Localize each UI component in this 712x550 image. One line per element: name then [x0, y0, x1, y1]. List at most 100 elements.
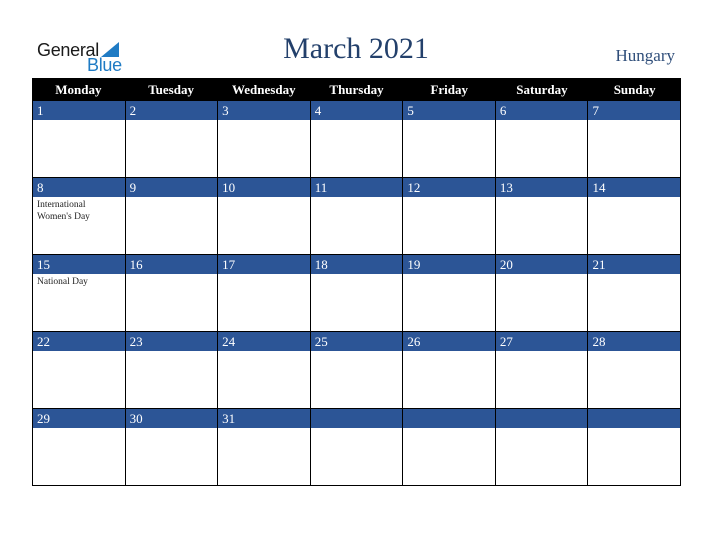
day-number: 3	[218, 101, 310, 120]
day-cell[interactable]: 22	[33, 332, 126, 409]
day-cell[interactable]: 25	[310, 332, 404, 409]
day-cell[interactable]: 29	[33, 409, 126, 486]
day-number: 16	[125, 255, 218, 274]
day-number: 25	[310, 332, 403, 351]
day-number: 30	[125, 409, 218, 428]
day-number: 7	[588, 101, 681, 120]
holiday-label	[126, 274, 218, 276]
day-number: 21	[588, 255, 681, 274]
holiday-label	[311, 274, 403, 276]
holiday-label	[218, 120, 310, 122]
day-cell[interactable]: 9	[125, 178, 219, 255]
holiday-label	[311, 120, 403, 122]
holiday-label	[588, 351, 680, 353]
day-cell[interactable]	[310, 409, 404, 486]
day-number: 10	[218, 178, 310, 197]
day-cell[interactable]: 23	[125, 332, 219, 409]
day-cell[interactable]: 21	[588, 255, 682, 332]
day-number: 31	[218, 409, 310, 428]
day-cell[interactable]: 27	[495, 332, 589, 409]
day-number: 5	[403, 101, 495, 120]
day-cell[interactable]: 14	[588, 178, 682, 255]
day-cell[interactable]: 24	[218, 332, 311, 409]
day-number	[403, 409, 495, 428]
day-cell[interactable]: 18	[310, 255, 404, 332]
weekday-sunday: Sunday	[613, 82, 656, 97]
day-number: 22	[33, 332, 125, 351]
day-cell[interactable]: 13	[495, 178, 589, 255]
week-row: 8 International Women's Day 9 10 11 12 13 14	[32, 178, 682, 255]
holiday-label	[588, 274, 680, 276]
day-number: 8	[33, 178, 125, 197]
weekday-saturday: Saturday	[516, 82, 568, 97]
day-cell[interactable]: 8 International Women's Day	[33, 178, 126, 255]
day-number: 9	[125, 178, 218, 197]
day-cell[interactable]: 1	[33, 101, 126, 178]
day-cell[interactable]: 30	[125, 409, 219, 486]
day-cell[interactable]: 4	[310, 101, 404, 178]
holiday-label	[126, 197, 218, 199]
day-cell[interactable]: 17	[218, 255, 311, 332]
week-row: 1234567	[32, 101, 682, 178]
day-cell[interactable]: 11	[310, 178, 404, 255]
holiday-label	[218, 274, 310, 276]
day-cell[interactable]: 3	[218, 101, 311, 178]
day-number: 14	[588, 178, 681, 197]
day-cell[interactable]: 12	[403, 178, 496, 255]
day-number: 6	[495, 101, 588, 120]
holiday-label	[218, 351, 310, 353]
holiday-label	[496, 428, 588, 430]
day-number: 27	[495, 332, 588, 351]
holiday-label	[126, 351, 218, 353]
holiday-label	[403, 197, 495, 199]
day-number: 17	[218, 255, 310, 274]
holiday-label: International Women's Day	[37, 200, 90, 222]
holiday-label	[311, 351, 403, 353]
holiday-label	[588, 428, 680, 430]
holiday-label	[496, 274, 588, 276]
holiday-label	[33, 351, 125, 353]
holiday-label	[126, 428, 218, 430]
holiday-label	[403, 428, 495, 430]
day-cell[interactable]: 31	[218, 409, 311, 486]
day-cell[interactable]: 26	[403, 332, 496, 409]
holiday-label	[311, 197, 403, 199]
weekday-friday: Friday	[430, 82, 469, 97]
day-number	[310, 409, 403, 428]
holiday-label	[218, 428, 310, 430]
day-cell[interactable]: 2	[125, 101, 219, 178]
week-row: 15 National Day 16 17 18 19 20 21	[32, 255, 682, 332]
day-number: 23	[125, 332, 218, 351]
day-cell[interactable]: 6	[495, 101, 589, 178]
week-row: 29 30 31	[32, 409, 682, 486]
day-cell[interactable]: 16	[125, 255, 219, 332]
day-number: 18	[310, 255, 403, 274]
weekday-monday: Monday	[55, 82, 102, 97]
holiday-label	[126, 120, 218, 122]
day-cell[interactable]: 10	[218, 178, 311, 255]
day-cell[interactable]: 7	[588, 101, 682, 178]
holiday-label: National Day	[37, 277, 88, 287]
day-cell[interactable]: 15 National Day	[33, 255, 126, 332]
day-cell[interactable]: 5	[403, 101, 496, 178]
calendar-grid: Monday Tuesday Wednesday Thursday Friday…	[32, 78, 682, 486]
day-cell[interactable]: 20	[495, 255, 589, 332]
day-number: 11	[310, 178, 403, 197]
day-cell[interactable]	[588, 409, 682, 486]
day-number: 4	[310, 101, 403, 120]
day-cell[interactable]	[403, 409, 496, 486]
holiday-label	[33, 428, 125, 430]
country-label: Hungary	[615, 46, 675, 65]
day-cell[interactable]	[495, 409, 589, 486]
day-cell[interactable]: 28	[588, 332, 682, 409]
calendar-title: March 2021	[283, 32, 429, 65]
holiday-label	[588, 120, 680, 122]
day-cell[interactable]: 19	[403, 255, 496, 332]
day-number: 24	[218, 332, 310, 351]
day-number	[495, 409, 588, 428]
day-number: 12	[403, 178, 495, 197]
holiday-label	[403, 120, 495, 122]
day-number: 1	[33, 101, 125, 120]
holiday-label	[403, 351, 495, 353]
day-number: 19	[403, 255, 495, 274]
